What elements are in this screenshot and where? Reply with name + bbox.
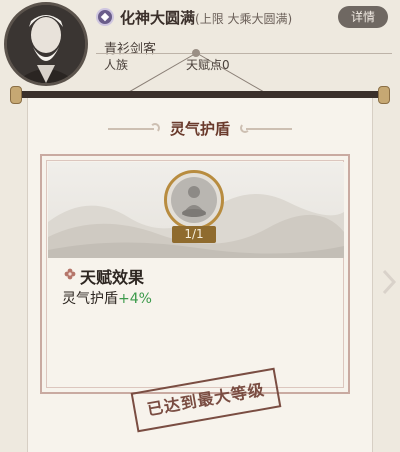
realm-name: 化神大圆满 <box>120 9 196 27</box>
effect-bonus: +4% <box>118 291 152 307</box>
skill-level-badge: 1/1 <box>172 226 216 243</box>
header-divider <box>96 53 392 54</box>
talent-points: 天赋点0 <box>186 58 230 72</box>
skill-title: 灵气护盾 <box>169 120 230 138</box>
details-button[interactable]: 详情 <box>338 6 388 28</box>
effect-line: 灵气护盾+4% <box>62 288 152 308</box>
avatar[interactable] <box>4 2 88 86</box>
flower-icon <box>64 268 76 280</box>
title-ornament-right <box>246 128 292 130</box>
effect-heading: 天赋效果 <box>80 268 145 287</box>
next-arrow-icon[interactable] <box>381 268 397 296</box>
character-name: 青衫剑客 <box>104 42 157 57</box>
rod-cap-right <box>378 86 390 104</box>
realm-title: 化神大圆满(上限 大乘大圆满) <box>120 7 292 28</box>
realm-limit: (上限 大乘大圆满) <box>195 12 293 26</box>
scroll-rod <box>18 91 382 98</box>
character-race: 人族 <box>104 58 129 72</box>
effect-name: 灵气护盾 <box>62 291 118 307</box>
realm-diamond-icon <box>96 8 114 26</box>
skill-emblem-icon <box>164 170 224 230</box>
rod-cap-left <box>10 86 22 104</box>
skill-emblem-inner <box>171 177 217 223</box>
